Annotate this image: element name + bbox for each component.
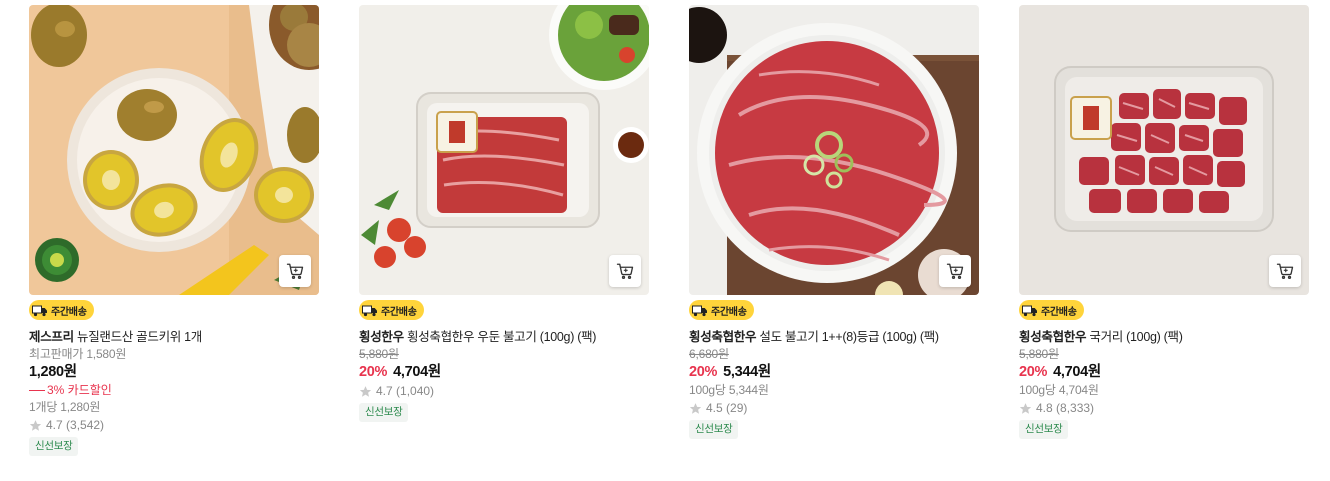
fresh-guarantee-tag: 신선보장 — [689, 420, 739, 439]
product-card[interactable]: 주간배송 횡성축협한우 설도 불고기 1++(8)등급 (100g) (팩) 6… — [689, 5, 979, 439]
star-icon — [359, 385, 372, 398]
discount-percent: 20% — [689, 364, 718, 380]
rating: 4.7 (1,040) — [359, 382, 649, 400]
fresh-guarantee-tag: 신선보장 — [359, 403, 409, 422]
delivery-badge: 주간배송 — [359, 300, 424, 320]
product-title[interactable]: 횡성축협한우 설도 불고기 1++(8)등급 (100g) (팩) — [689, 328, 979, 346]
discount-percent: 20% — [1019, 364, 1048, 380]
product-brand: 횡성축협한우 — [689, 330, 757, 344]
price-value: 5,344원 — [723, 364, 771, 380]
delivery-badge: 주간배송 — [689, 300, 754, 320]
truck-icon — [1022, 304, 1038, 317]
product-brand: 횡성한우 — [359, 330, 404, 344]
original-price: 6,680원 — [689, 347, 729, 361]
truck-icon — [362, 304, 378, 317]
fresh-guarantee-tag: 신선보장 — [29, 437, 79, 456]
cart-icon — [616, 262, 634, 280]
price-value: 1,280원 — [29, 364, 77, 380]
sale-price: 20% 4,704원 — [359, 363, 649, 382]
product-title[interactable]: 횡성한우 횡성축협한우 우둔 불고기 (100g) (팩) — [359, 328, 649, 346]
review-count: (8,333) — [1056, 401, 1095, 415]
product-brand: 횡성축협한우 — [1019, 330, 1087, 344]
product-image[interactable] — [29, 5, 319, 295]
product-image[interactable] — [359, 5, 649, 295]
rating-value: 4.7 — [376, 384, 393, 398]
add-to-cart-button[interactable] — [1269, 255, 1301, 287]
delivery-badge-label: 주간배송 — [381, 306, 417, 318]
delivery-badge-label: 주간배송 — [51, 306, 87, 318]
price-value: 4,704원 — [393, 364, 441, 380]
product-image[interactable] — [1019, 5, 1309, 295]
fresh-guarantee-tag: 신선보장 — [1019, 420, 1069, 439]
truck-icon — [692, 304, 708, 317]
add-to-cart-button[interactable] — [939, 255, 971, 287]
review-count: (3,542) — [66, 418, 105, 432]
discount-line — [29, 390, 45, 391]
star-icon — [29, 419, 42, 432]
product-image[interactable] — [689, 5, 979, 295]
delivery-badge: 주간배송 — [1019, 300, 1084, 320]
product-name: 횡성축협한우 우둔 불고기 (100g) (팩) — [407, 330, 597, 344]
cart-icon — [1276, 262, 1294, 280]
unit-price: 1개당 1,280원 — [29, 400, 101, 414]
sale-price: 1,280원 — [29, 363, 319, 382]
delivery-badge: 주간배송 — [29, 300, 94, 320]
rating: 4.8 (8,333) — [1019, 399, 1309, 417]
unit-price: 100g당 4,704원 — [1019, 383, 1099, 397]
product-title[interactable]: 제스프리 뉴질랜드산 골드키위 1개 — [29, 328, 319, 346]
rating: 4.7 (3,542) — [29, 416, 319, 434]
product-grid: 주간배송 제스프리 뉴질랜드산 골드키위 1개 최고판매가 1,580원 1,2… — [0, 0, 1330, 481]
product-card[interactable]: 주간배송 횡성축협한우 국거리 (100g) (팩) 5,880원 20% 4,7… — [1019, 5, 1309, 439]
original-price: 5,880원 — [1019, 347, 1059, 361]
cart-icon — [286, 262, 304, 280]
rating-value: 4.5 — [706, 401, 723, 415]
star-icon — [689, 402, 702, 415]
product-title[interactable]: 횡성축협한우 국거리 (100g) (팩) — [1019, 328, 1309, 346]
rating: 4.5 (29) — [689, 399, 979, 417]
product-name: 뉴질랜드산 골드키위 1개 — [77, 330, 202, 344]
add-to-cart-button[interactable] — [279, 255, 311, 287]
star-icon — [1019, 402, 1032, 415]
review-count: (29) — [726, 401, 748, 415]
rating-value: 4.7 — [46, 418, 63, 432]
add-to-cart-button[interactable] — [609, 255, 641, 287]
sale-price: 20% 4,704원 — [1019, 363, 1309, 382]
original-price: 5,880원 — [359, 347, 399, 361]
product-brand: 제스프리 — [29, 330, 74, 344]
sale-price: 20% 5,344원 — [689, 363, 979, 382]
discount-percent: 20% — [359, 364, 388, 380]
delivery-badge-label: 주간배송 — [1041, 306, 1077, 318]
product-name: 설도 불고기 1++(8)등급 (100g) (팩) — [759, 330, 939, 344]
delivery-badge-label: 주간배송 — [711, 306, 747, 318]
truck-icon — [32, 304, 48, 317]
product-name: 국거리 (100g) (팩) — [1089, 330, 1183, 344]
product-card[interactable]: 주간배송 횡성한우 횡성축협한우 우둔 불고기 (100g) (팩) 5,880… — [359, 5, 649, 422]
product-card[interactable]: 주간배송 제스프리 뉴질랜드산 골드키위 1개 최고판매가 1,580원 1,2… — [29, 5, 319, 456]
card-discount: 3% 카드할인 — [29, 382, 319, 399]
review-count: (1,040) — [396, 384, 435, 398]
cart-icon — [946, 262, 964, 280]
unit-price: 100g당 5,344원 — [689, 383, 769, 397]
card-discount-label: 3% 카드할인 — [47, 383, 112, 397]
list-price: 최고판매가 1,580원 — [29, 347, 127, 361]
price-value: 4,704원 — [1053, 364, 1101, 380]
rating-value: 4.8 — [1036, 401, 1053, 415]
